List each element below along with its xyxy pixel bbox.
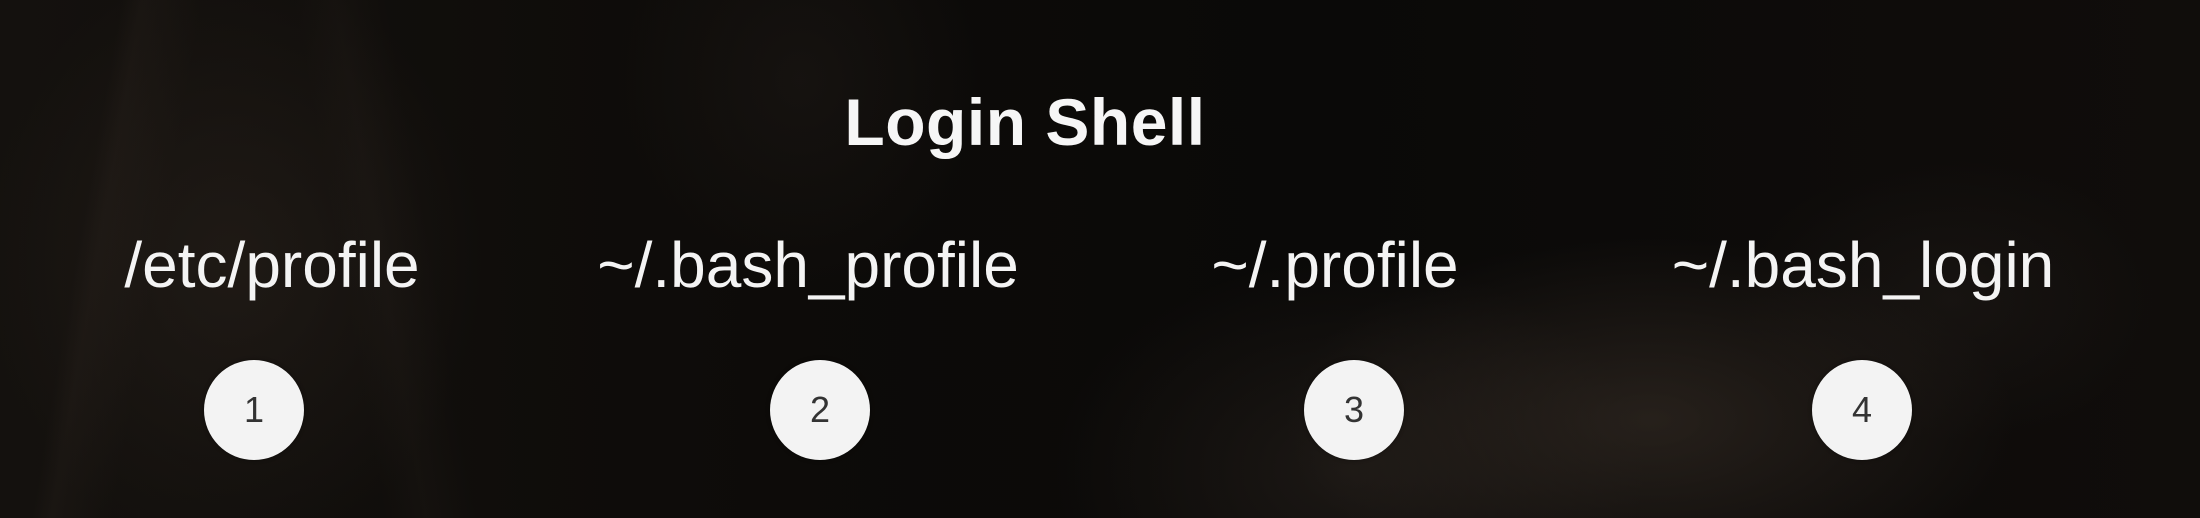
file-bash-login: ~/.bash_login bbox=[1671, 229, 2055, 301]
order-badge-1: 1 bbox=[204, 360, 304, 460]
slide-title: Login Shell bbox=[844, 85, 1206, 159]
file-etc-profile: /etc/profile bbox=[124, 229, 420, 301]
order-badge-4: 4 bbox=[1812, 360, 1912, 460]
order-badge-2: 2 bbox=[770, 360, 870, 460]
file-profile: ~/.profile bbox=[1211, 229, 1459, 301]
slide: Login Shell /etc/profile ~/.bash_profile… bbox=[0, 0, 2200, 518]
file-bash-profile: ~/.bash_profile bbox=[597, 229, 1019, 301]
order-badge-3: 3 bbox=[1304, 360, 1404, 460]
